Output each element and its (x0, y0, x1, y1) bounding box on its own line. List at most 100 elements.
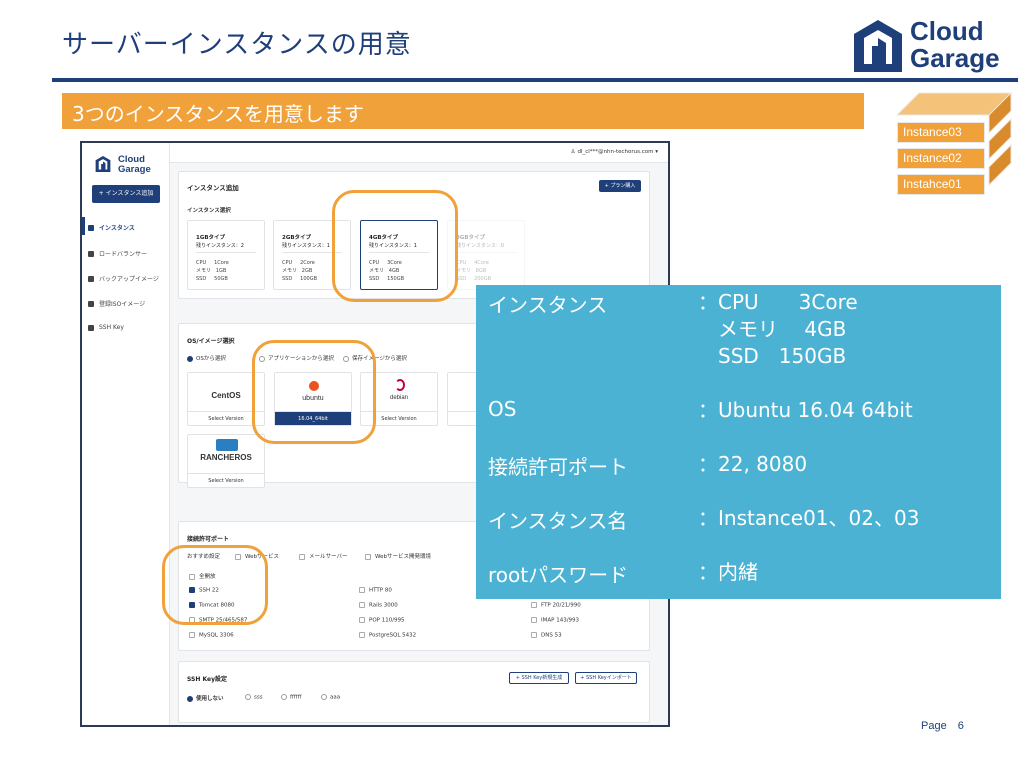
port-section-label: 接続許可ポート (187, 536, 230, 543)
sidebar-item-label: バックアップイメージ (99, 276, 159, 283)
os-tab-label: OSから選択 (196, 356, 226, 362)
user-email: dl_cl***@nhn-techorus.com (577, 149, 654, 155)
summary-value: ：CPU 3Core メモリ 4GB SSD 150GB (698, 290, 858, 368)
summary-value: ：内緒 (698, 560, 758, 584)
sidebar-item-iso[interactable]: 登録ISOイメージ (88, 299, 145, 308)
summary-value: ：Ubuntu 16.04 64bit (698, 398, 913, 422)
port-label: FTP 20/21/990 (541, 602, 581, 609)
port-label: PostgreSQL 5432 (369, 632, 417, 639)
sidebar-item-instances[interactable]: インスタンス (88, 223, 135, 232)
sidebar-item-label: ロードバランサー (99, 251, 148, 258)
port-checkbox[interactable]: POP 110/995 (359, 617, 405, 624)
os-section-label: OS/イメージ選択 (187, 338, 235, 345)
summary-key: 接続許可ポート (488, 455, 628, 479)
page-number: Page 6 (921, 720, 964, 732)
type-name: 2GBタイプ (282, 235, 312, 241)
summary-key: インスタンス (488, 293, 608, 317)
port-checkbox[interactable]: FTP 20/21/990 (531, 602, 581, 609)
add-instance-button[interactable]: + インスタンス追加 (92, 185, 160, 203)
os-name: RANCHEROS (200, 453, 252, 462)
cloud-icon (88, 275, 94, 282)
type-card-1gb[interactable]: 1GBタイプ 残りインスタンス：2 CPU 1Core メモリ 1GB SSD 50… (187, 220, 265, 290)
port-checkbox[interactable]: IMAP 143/993 (531, 617, 579, 624)
port-label: Rails 3000 (369, 602, 398, 609)
sidebar: Cloud Garage + インスタンス追加 インスタンス ロードバランサー バ… (82, 143, 170, 725)
nav-active-indicator (82, 217, 85, 235)
os-card-rancheros[interactable]: RANCHEROS Select Version (187, 434, 265, 488)
type-specs: CPU 2Core メモリ 2GB SSD 100GB (282, 260, 317, 282)
settings-summary-panel: インスタンス ：CPU 3Core メモリ 4GB SSD 150GB OS ：… (476, 285, 1001, 599)
preset-web-dev[interactable]: Webサービス開発環境 (365, 552, 431, 560)
os-version-select[interactable]: Select Version (188, 473, 264, 487)
preset-label: Webサービス開発環境 (375, 554, 431, 560)
topbar: ♙ dl_cl***@nhn-techorus.com ▾ (170, 143, 668, 163)
preset-label: メールサーバー (309, 554, 348, 560)
logo-line2: Garage (910, 43, 1000, 73)
ssh-option[interactable]: 使用しない (187, 694, 224, 702)
type-specs: CPU 4Core メモリ 8GB SSD 200GB (456, 260, 491, 282)
sidebar-item-ssh-key[interactable]: SSH Key (88, 324, 124, 331)
ssh-import-button[interactable]: + SSH Keyインポート (575, 672, 637, 684)
disc-icon (88, 300, 94, 307)
sidebar-item-label: SSH Key (99, 324, 124, 331)
highlight-ring-type (332, 190, 458, 302)
summary-key: OS (488, 397, 517, 421)
port-checkbox[interactable]: Rails 3000 (359, 602, 398, 609)
type-remain: 残りインスタンス：0 (456, 243, 504, 249)
sidebar-item-load-balancer[interactable]: ロードバランサー (88, 249, 147, 258)
house-logo-icon (95, 156, 111, 172)
instance-label: Instahce01 (897, 174, 985, 195)
ssh-key-card: SSH Key設定 + SSH Key新規生成 + SSH Keyインポート 使… (178, 661, 650, 723)
sidebar-item-backup[interactable]: バックアップイメージ (88, 274, 159, 283)
ssh-option-label: ffffff (290, 694, 302, 701)
house-logo-icon (854, 20, 902, 72)
ssh-option-label: sss (254, 694, 263, 701)
ssh-section-label: SSH Key設定 (187, 676, 228, 683)
port-checkbox[interactable]: MySQL 3306 (189, 632, 234, 639)
ssh-option[interactable]: sss (245, 694, 263, 701)
user-menu[interactable]: ♙ dl_cl***@nhn-techorus.com ▾ (571, 149, 658, 155)
sidebar-item-label: インスタンス (99, 225, 135, 232)
type-card-8gb: 8GBタイプ残りインスタンス：0 CPU 4Core メモリ 8GB SSD 20… (447, 220, 525, 290)
instance-label: Instance03 (897, 122, 985, 143)
instance-stack: Instance03 Instance02 Instahce01 (893, 87, 1023, 197)
port-label: DNS 53 (541, 632, 562, 639)
sidebar-item-label: 登録ISOイメージ (99, 301, 146, 308)
cow-icon (216, 439, 238, 451)
type-select-label: インスタンス選択 (187, 208, 231, 214)
sidebar-logo-line2: Garage (118, 164, 151, 175)
logo-line1: Cloud (910, 16, 984, 46)
list-icon (88, 224, 94, 231)
port-label: POP 110/995 (369, 617, 405, 624)
highlight-ring-ports (162, 545, 268, 625)
key-icon (88, 324, 94, 331)
ssh-option[interactable]: aaa (321, 694, 340, 701)
port-checkbox[interactable]: HTTP 80 (359, 587, 392, 594)
port-checkbox[interactable]: PostgreSQL 5432 (359, 632, 416, 639)
summary-value: ：22, 8080 (698, 452, 808, 476)
ssh-option-label: 使用しない (196, 696, 224, 702)
type-remain: 残りインスタンス：1 (282, 243, 330, 249)
type-name: 1GBタイプ (196, 235, 226, 241)
summary-key: rootパスワード (488, 563, 629, 587)
balancer-icon (88, 250, 94, 257)
preset-mail[interactable]: メールサーバー (299, 552, 347, 560)
instance-label: Instance02 (897, 148, 985, 169)
port-label: IMAP 143/993 (541, 617, 580, 624)
port-checkbox[interactable]: DNS 53 (531, 632, 562, 639)
ssh-new-button[interactable]: + SSH Key新規生成 (509, 672, 569, 684)
plan-purchase-button[interactable]: + プラン購入 (599, 180, 641, 192)
subtitle-bar: 3つのインスタンスを用意します (62, 93, 864, 129)
type-name: 8GBタイプ (456, 235, 486, 241)
os-tab-os[interactable]: OSから選択 (187, 354, 226, 362)
type-remain: 残りインスタンス：2 (196, 243, 244, 249)
port-label: MySQL 3306 (199, 632, 234, 639)
summary-value: ：Instance01、02、03 (698, 506, 920, 530)
ssh-option[interactable]: ffffff (281, 694, 301, 701)
ssh-option-label: aaa (330, 694, 341, 701)
section-title: インスタンス追加 (187, 184, 239, 192)
cloud-garage-logo: Cloud Garage (852, 16, 1022, 78)
port-label: HTTP 80 (369, 587, 392, 594)
slide-title: サーバーインスタンスの用意 (62, 30, 412, 60)
highlight-ring-os (252, 340, 376, 444)
